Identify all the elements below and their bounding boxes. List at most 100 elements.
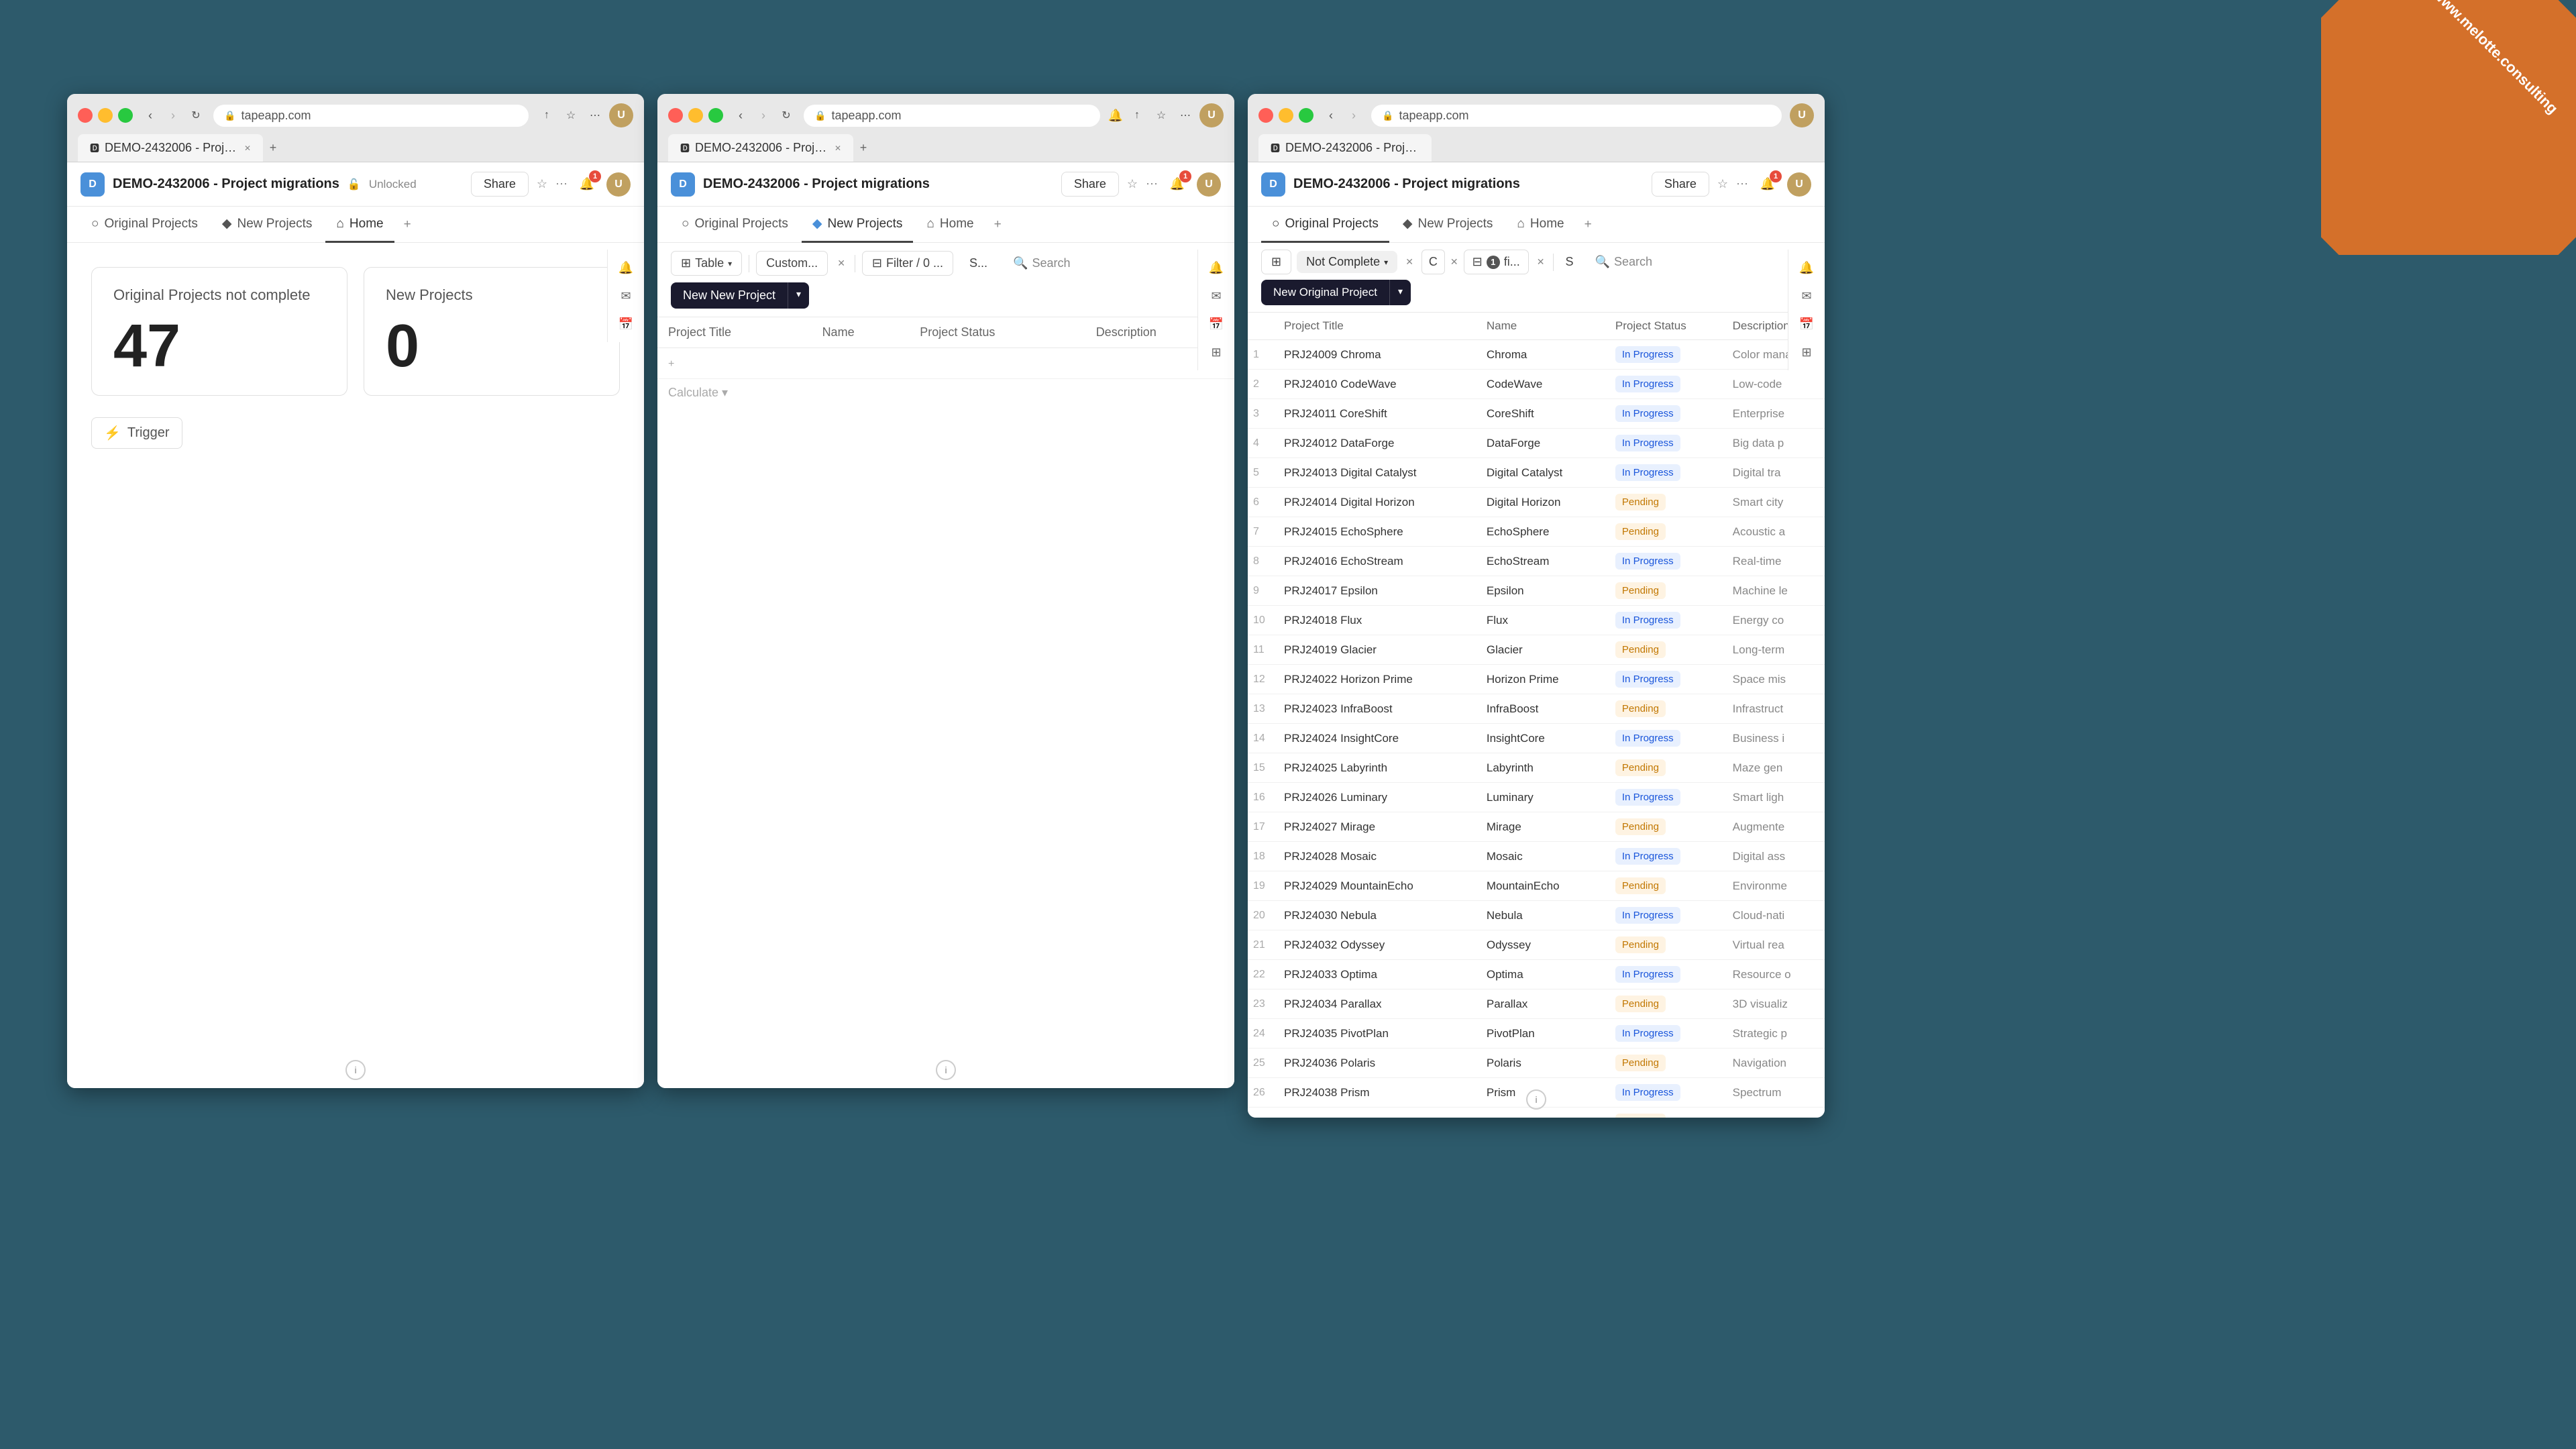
table-row[interactable]: 14 PRJ24024 InsightCore InsightCore In P… bbox=[1248, 724, 1825, 753]
table-row[interactable]: 20 PRJ24030 Nebula Nebula In Progress Cl… bbox=[1248, 901, 1825, 930]
nav-home-2[interactable]: ⌂ Home bbox=[916, 207, 984, 243]
table-row[interactable]: 15 PRJ24025 Labyrinth Labyrinth Pending … bbox=[1248, 753, 1825, 783]
table-row[interactable]: 7 PRJ24015 EchoSphere EchoSphere Pending… bbox=[1248, 517, 1825, 547]
url-bar-3[interactable]: 🔒 tapeapp.com bbox=[1371, 105, 1782, 127]
star-icon-2[interactable]: ☆ bbox=[1151, 105, 1171, 125]
close-btn-2[interactable] bbox=[668, 108, 683, 123]
more-btn-3[interactable]: ⋯ bbox=[1736, 177, 1748, 191]
forward-btn-3[interactable]: › bbox=[1344, 106, 1363, 125]
table-row[interactable]: 4 PRJ24012 DataForge DataForge In Progre… bbox=[1248, 429, 1825, 458]
table-view-btn-3[interactable]: ⊞ bbox=[1261, 250, 1291, 274]
new-original-dropdown-3[interactable]: ▾ bbox=[1389, 280, 1411, 305]
info-icon-3[interactable]: i bbox=[1526, 1089, 1546, 1110]
toolbar-c-3[interactable]: C bbox=[1421, 250, 1445, 274]
back-btn-3[interactable]: ‹ bbox=[1322, 106, 1340, 125]
sidebar-bell-icon-2[interactable]: 🔔 bbox=[1203, 255, 1229, 280]
share-button-3[interactable]: Share bbox=[1652, 172, 1709, 197]
add-tab-btn-2[interactable]: + bbox=[987, 208, 1008, 241]
info-icon-2[interactable]: i bbox=[936, 1060, 956, 1080]
table-row[interactable]: 25 PRJ24036 Polaris Polaris Pending Navi… bbox=[1248, 1049, 1825, 1078]
sidebar-grid-icon-2[interactable]: ⊞ bbox=[1203, 339, 1229, 365]
add-tab-btn-3[interactable]: + bbox=[1578, 208, 1599, 241]
sidebar-mail-icon-2[interactable]: ✉ bbox=[1203, 283, 1229, 309]
browser-tab-3[interactable]: 🅳 DEMO-2432006 - Project migrations bbox=[1258, 134, 1432, 162]
filter-count-3[interactable]: ⊟ 1 fi... bbox=[1464, 250, 1529, 274]
new-original-btn-3[interactable]: New Original Project bbox=[1261, 280, 1389, 305]
nc-x-3[interactable]: ✕ bbox=[1403, 254, 1416, 270]
sidebar-mail-icon-1[interactable]: ✉ bbox=[613, 283, 639, 309]
url-bar-2[interactable]: 🔒 tapeapp.com bbox=[804, 105, 1100, 127]
table-row[interactable]: 13 PRJ24023 InfraBoost InfraBoost Pendin… bbox=[1248, 694, 1825, 724]
sidebar-calendar-icon-2[interactable]: 📅 bbox=[1203, 311, 1229, 337]
share-button-2[interactable]: Share bbox=[1061, 172, 1119, 197]
table-row[interactable]: 17 PRJ24027 Mirage Mirage Pending Augmen… bbox=[1248, 812, 1825, 842]
sidebar-bell-icon-3[interactable]: 🔔 bbox=[1794, 255, 1819, 280]
close-btn-3[interactable] bbox=[1258, 108, 1273, 123]
star-icon-1[interactable]: ☆ bbox=[561, 105, 581, 125]
sort-btn-2[interactable]: S... bbox=[960, 252, 997, 275]
new-project-btn-2[interactable]: New New Project bbox=[671, 282, 788, 309]
sidebar-bell-icon-1[interactable]: 🔔 bbox=[613, 255, 639, 280]
star-btn-3[interactable]: ☆ bbox=[1717, 177, 1728, 191]
table-row[interactable]: 6 PRJ24014 Digital Horizon Digital Horiz… bbox=[1248, 488, 1825, 517]
table-row[interactable]: 22 PRJ24033 Optima Optima In Progress Re… bbox=[1248, 960, 1825, 989]
col-status-2[interactable]: Project Status bbox=[909, 317, 1085, 348]
sidebar-grid-icon-3[interactable]: ⊞ bbox=[1794, 339, 1819, 365]
search-btn-3[interactable]: 🔍 Search bbox=[1586, 250, 1662, 274]
table-row[interactable]: 11 PRJ24019 Glacier Glacier Pending Long… bbox=[1248, 635, 1825, 665]
table-view-btn-2[interactable]: ⊞ Table ▾ bbox=[671, 251, 742, 276]
sidebar-calendar-icon-1[interactable]: 📅 bbox=[613, 311, 639, 337]
nav-home-3[interactable]: ⌂ Home bbox=[1506, 207, 1574, 243]
table-row[interactable]: 24 PRJ24035 PivotPlan PivotPlan In Progr… bbox=[1248, 1019, 1825, 1049]
tab-close-icon-1[interactable]: ✕ bbox=[244, 144, 251, 153]
minimize-btn-1[interactable] bbox=[98, 108, 113, 123]
nav-home-1[interactable]: ⌂ Home bbox=[325, 207, 394, 243]
custom-x-2[interactable]: ✕ bbox=[835, 255, 848, 272]
menu-icon-1[interactable]: ⋯ bbox=[585, 105, 605, 125]
custom-btn-2[interactable]: Custom... bbox=[756, 251, 828, 276]
nav-new-projects-2[interactable]: ◆ New Projects bbox=[802, 207, 914, 243]
avatar-app-3[interactable]: U bbox=[1787, 172, 1811, 197]
table-row[interactable]: 19 PRJ24029 MountainEcho MountainEcho Pe… bbox=[1248, 871, 1825, 901]
add-tab-btn-1[interactable]: + bbox=[397, 208, 418, 241]
forward-btn-1[interactable]: › bbox=[164, 106, 182, 125]
nav-new-projects-1[interactable]: ◆ New Projects bbox=[211, 207, 323, 243]
table-row[interactable]: 5 PRJ24013 Digital Catalyst Digital Cata… bbox=[1248, 458, 1825, 488]
menu-icon-2[interactable]: ⋯ bbox=[1175, 105, 1195, 125]
avatar-app-1[interactable]: U bbox=[606, 172, 631, 197]
table-row[interactable]: 10 PRJ24018 Flux Flux In Progress Energy… bbox=[1248, 606, 1825, 635]
col-status-3[interactable]: Project Status bbox=[1606, 313, 1723, 340]
table-row[interactable]: 1 PRJ24009 Chroma Chroma In Progress Col… bbox=[1248, 340, 1825, 370]
reload-btn-1[interactable]: ↻ bbox=[186, 106, 205, 125]
search-btn-2[interactable]: 🔍 Search bbox=[1004, 252, 1079, 275]
col-project-title-3[interactable]: Project Title bbox=[1275, 313, 1477, 340]
maximize-btn-2[interactable] bbox=[708, 108, 723, 123]
maximize-btn-3[interactable] bbox=[1299, 108, 1313, 123]
star-btn-2[interactable]: ☆ bbox=[1127, 177, 1138, 191]
not-complete-badge-3[interactable]: Not Complete ▾ bbox=[1297, 251, 1397, 273]
avatar-app-2[interactable]: U bbox=[1197, 172, 1221, 197]
table-row[interactable]: 2 PRJ24010 CodeWave CodeWave In Progress… bbox=[1248, 370, 1825, 399]
nav-new-projects-3[interactable]: ◆ New Projects bbox=[1392, 207, 1504, 243]
col-name-2[interactable]: Name bbox=[812, 317, 910, 348]
col-project-title-2[interactable]: Project Title bbox=[657, 317, 812, 348]
nav-original-projects-2[interactable]: ○ Original Projects bbox=[671, 207, 799, 243]
nav-original-projects-1[interactable]: ○ Original Projects bbox=[80, 207, 209, 243]
table-row[interactable]: 12 PRJ24022 Horizon Prime Horizon Prime … bbox=[1248, 665, 1825, 694]
forward-btn-2[interactable]: › bbox=[754, 106, 773, 125]
sort-btn-3[interactable]: S bbox=[1559, 250, 1580, 274]
filter-btn-2[interactable]: ⊟ Filter / 0 ... bbox=[862, 251, 953, 276]
table-row[interactable]: 16 PRJ24026 Luminary Luminary In Progres… bbox=[1248, 783, 1825, 812]
new-tab-btn-2[interactable]: + bbox=[853, 138, 873, 158]
back-btn-2[interactable]: ‹ bbox=[731, 106, 750, 125]
star-btn-1[interactable]: ☆ bbox=[537, 177, 547, 191]
minimize-btn-2[interactable] bbox=[688, 108, 703, 123]
add-row-2[interactable]: + bbox=[657, 348, 1234, 379]
minimize-btn-3[interactable] bbox=[1279, 108, 1293, 123]
share-icon-2[interactable]: ↑ bbox=[1127, 105, 1147, 125]
table-row[interactable]: 23 PRJ24034 Parallax Parallax Pending 3D… bbox=[1248, 989, 1825, 1019]
share-button-1[interactable]: Share bbox=[471, 172, 529, 197]
avatar-2[interactable]: U bbox=[1199, 103, 1224, 127]
table-row[interactable]: 21 PRJ24032 Odyssey Odyssey Pending Virt… bbox=[1248, 930, 1825, 960]
table-row[interactable]: 8 PRJ24016 EchoStream EchoStream In Prog… bbox=[1248, 547, 1825, 576]
